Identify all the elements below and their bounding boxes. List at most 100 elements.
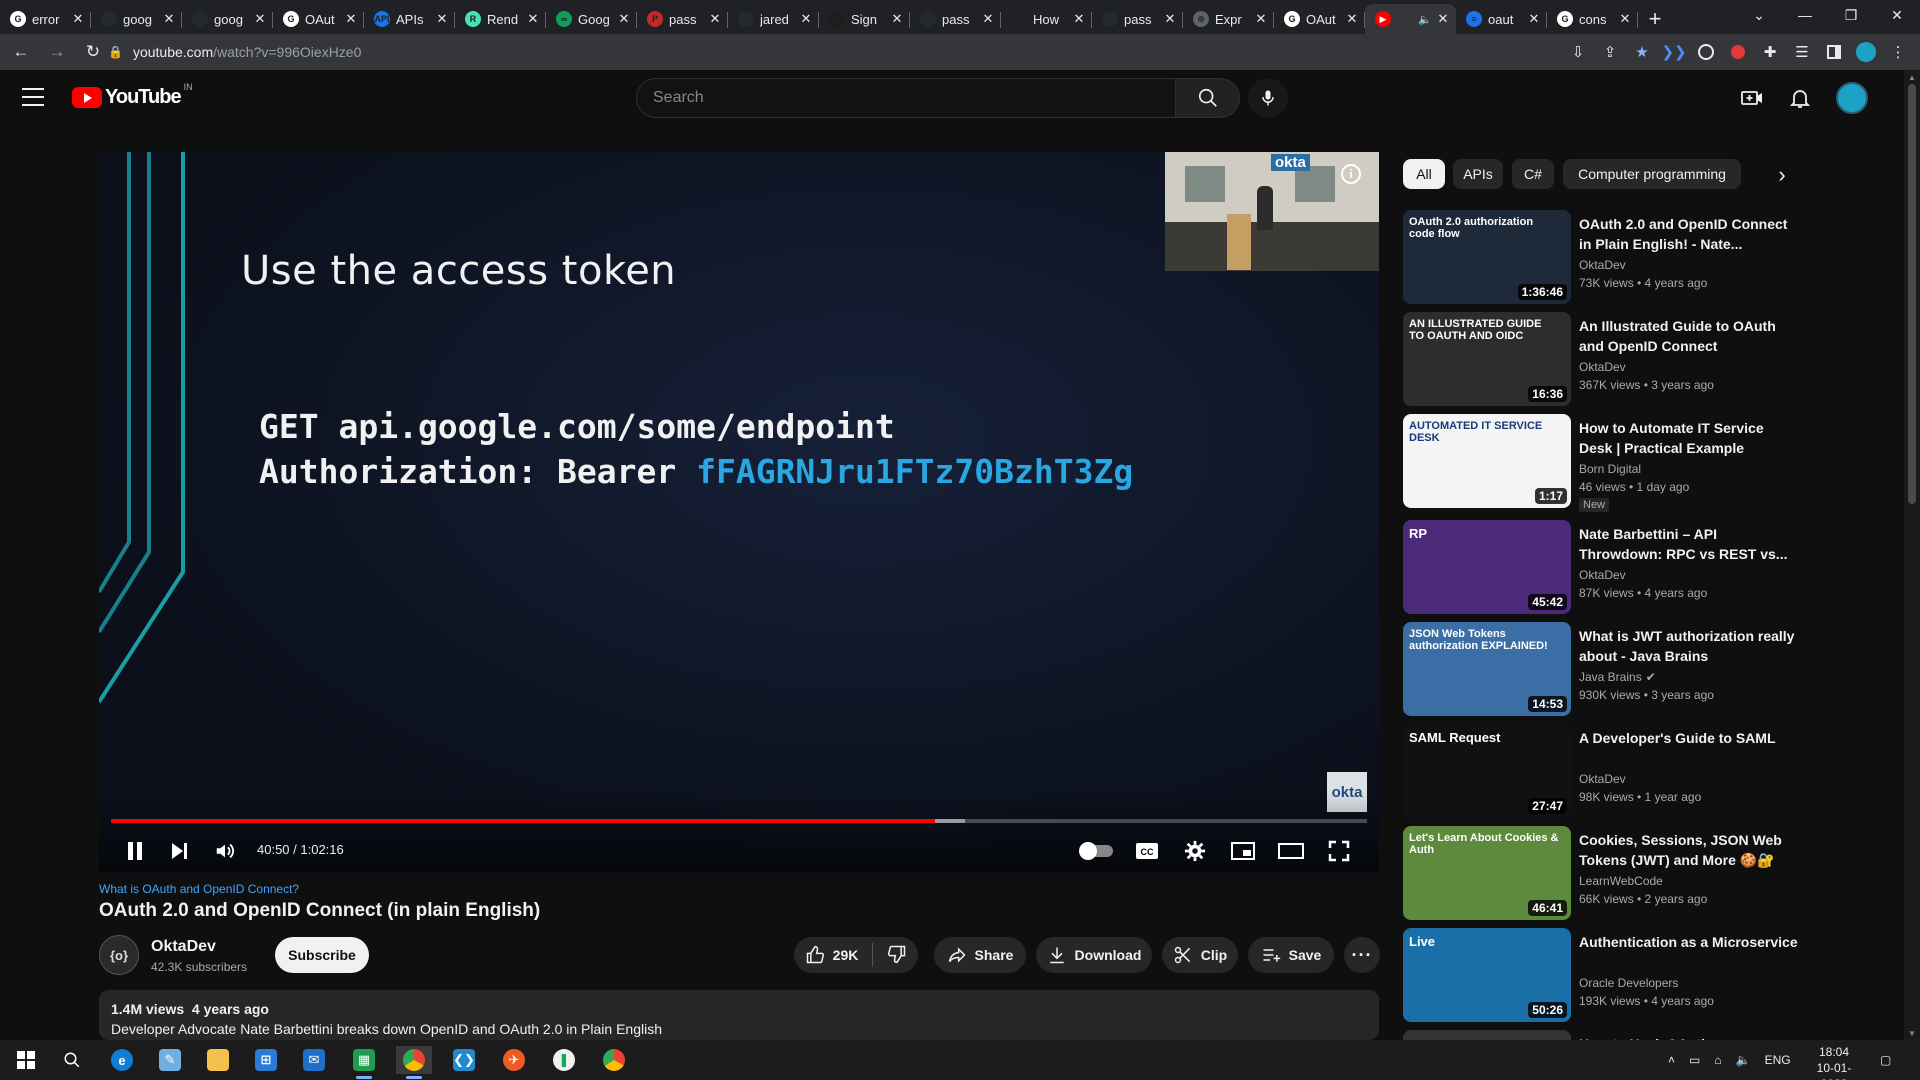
recommendation-title[interactable]: A Developer's Guide to SAML <box>1579 728 1799 748</box>
tab-close-icon[interactable]: ✕ <box>435 11 449 27</box>
download-button[interactable]: Download <box>1036 937 1152 973</box>
recommendation-thumbnail[interactable]: OAuth 2.0 authorization code flow 1:36:46 <box>1403 210 1571 304</box>
chip-csharp[interactable]: C# <box>1512 159 1554 189</box>
chips-next-button[interactable]: › <box>1768 161 1796 189</box>
browser-tab[interactable]: ▶ 🔈 ✕ <box>1365 4 1456 34</box>
recommendation-thumbnail[interactable]: Let's Learn About Cookies & Auth 46:41 <box>1403 826 1571 920</box>
recommendation-channel[interactable]: Oracle Developers <box>1579 976 1678 990</box>
close-window-button[interactable]: ✕ <box>1874 0 1920 30</box>
tab-close-icon[interactable]: ✕ <box>1254 11 1268 27</box>
recommendation-item[interactable]: Live 50:26 Authentication as a Microservic… <box>1403 928 1803 1022</box>
install-app-icon[interactable]: ⇩ <box>1568 42 1588 62</box>
taskbar-notepad[interactable]: ✎ <box>152 1046 188 1074</box>
recommendation-channel[interactable]: OktaDev <box>1579 258 1626 272</box>
recommendation-channel[interactable]: LearnWebCode <box>1579 874 1663 888</box>
create-video-icon[interactable] <box>1740 86 1764 110</box>
recommendation-title[interactable]: Authentication as a Microservice <box>1579 932 1799 952</box>
clip-button[interactable]: Clip <box>1162 937 1238 973</box>
tab-close-icon[interactable]: ✕ <box>162 11 176 27</box>
miniplayer-button[interactable] <box>1225 833 1261 869</box>
tab-close-icon[interactable]: ✕ <box>1527 11 1541 27</box>
browser-menu-icon[interactable]: ⋮ <box>1888 42 1908 62</box>
notification-center-button[interactable]: ▢ <box>1880 1040 1891 1080</box>
new-tab-button[interactable]: + <box>1638 4 1672 34</box>
taskbar-chrome[interactable] <box>396 1046 432 1079</box>
notifications-bell-icon[interactable] <box>1788 86 1812 110</box>
taskbar-store[interactable]: ⊞ <box>248 1046 284 1074</box>
guide-menu-icon[interactable] <box>22 88 44 106</box>
address-bar[interactable]: 🔒 youtube.com/watch?v=996OiexHze0 <box>108 37 1553 67</box>
browser-tab[interactable]: Gerror ✕ <box>0 4 91 34</box>
speaker-icon[interactable]: 🔈 <box>1736 1053 1751 1067</box>
recommendation-thumbnail[interactable]: Live 50:26 <box>1403 928 1571 1022</box>
browser-tab[interactable]: R Rend ✕ <box>455 4 546 34</box>
recommendation-channel[interactable]: OktaDev <box>1579 360 1626 374</box>
tab-close-icon[interactable]: ✕ <box>1345 11 1359 27</box>
fullscreen-button[interactable] <box>1321 833 1357 869</box>
recorder-extension-icon[interactable] <box>1728 42 1748 62</box>
forward-button[interactable]: → <box>42 37 72 67</box>
settings-button[interactable] <box>1177 833 1213 869</box>
recommendation-item[interactable]: JSON Web Tokens authorization EXPLAINED!… <box>1403 622 1803 716</box>
dislike-button[interactable] <box>887 944 907 967</box>
taskbar-clock[interactable]: 18:04 10-01-2023 <box>1804 1044 1864 1080</box>
tab-search-button[interactable]: ⌄ <box>1736 0 1782 30</box>
recommendation-channel[interactable]: OktaDev <box>1579 568 1626 582</box>
tab-close-icon[interactable]: ✕ <box>1436 11 1450 27</box>
browser-tab[interactable]: ≡ oaut ✕ <box>1456 4 1547 34</box>
browser-tab[interactable]: S Sign ✕ <box>819 4 910 34</box>
recommendation-thumbnail[interactable]: SAML Request 27:47 <box>1403 724 1571 818</box>
progress-bar[interactable] <box>111 819 1367 823</box>
browser-tab[interactable]: Gcons ✕ <box>1547 4 1638 34</box>
recommendation-thumbnail[interactable] <box>1403 1030 1571 1040</box>
scrollbar-thumb[interactable] <box>1908 84 1916 504</box>
recommendation-title[interactable]: Cookies, Sessions, JSON Web Tokens (JWT)… <box>1579 830 1799 870</box>
tab-close-icon[interactable]: ✕ <box>1163 11 1177 27</box>
like-button[interactable]: 29K <box>805 945 858 965</box>
voice-search-button[interactable] <box>1248 78 1288 118</box>
side-panel-icon[interactable] <box>1824 42 1844 62</box>
language-indicator[interactable]: ENG <box>1765 1053 1791 1067</box>
recommendation-item[interactable]: AN ILLUSTRATED GUIDE TO OAUTH AND OIDC 16… <box>1403 312 1803 406</box>
recommendation-channel[interactable]: Born Digital <box>1579 462 1641 476</box>
taskbar-file-explorer[interactable] <box>200 1046 236 1074</box>
tab-close-icon[interactable]: ✕ <box>1072 11 1086 27</box>
taskbar-mongodb-compass[interactable]: ❚ <box>546 1046 582 1074</box>
extensions-puzzle-icon[interactable]: ✚ <box>1760 42 1780 62</box>
scroll-down-arrow-icon[interactable]: ▼ <box>1904 1026 1920 1040</box>
scroll-up-arrow-icon[interactable]: ▲ <box>1904 70 1920 84</box>
chip-computer-programming[interactable]: Computer programming <box>1563 159 1741 189</box>
tab-close-icon[interactable]: ✕ <box>890 11 904 27</box>
taskbar-edge[interactable]: e <box>104 1046 140 1074</box>
search-button[interactable] <box>1176 78 1240 118</box>
search-input[interactable]: Search <box>636 78 1176 118</box>
tab-audio-playing-icon[interactable]: 🔈 <box>1418 13 1432 26</box>
browser-tab[interactable]: API APIs ✕ <box>364 4 455 34</box>
recommendation-channel[interactable]: OktaDev <box>1579 772 1626 786</box>
profile-avatar-icon[interactable] <box>1856 42 1876 62</box>
browser-tab[interactable]: goog ✕ <box>91 4 182 34</box>
tray-overflow-chevron-icon[interactable]: ˄ <box>1668 1053 1675 1067</box>
theater-mode-button[interactable] <box>1273 833 1309 869</box>
recommendation-item[interactable]: Let's Learn About Cookies & Auth 46:41 Coo… <box>1403 826 1803 920</box>
back-button[interactable]: ← <box>6 37 36 67</box>
browser-tab[interactable]: goog ✕ <box>182 4 273 34</box>
info-card-icon[interactable]: i <box>1341 164 1361 184</box>
taskbar-chrome-profile[interactable] <box>596 1046 632 1074</box>
tab-close-icon[interactable]: ✕ <box>617 11 631 27</box>
recommendation-item[interactable]: OAuth 2.0 authorization code flow 1:36:46… <box>1403 210 1803 304</box>
channel-name[interactable]: OktaDev <box>151 938 216 956</box>
recommendation-item[interactable]: RP 45:42 Nate Barbettini – API Throwdown: … <box>1403 520 1803 614</box>
video-player[interactable]: Use the access token GET api.google.com/… <box>99 152 1379 872</box>
recommendation-item[interactable]: AUTOMATED IT SERVICE DESK 1:17 How to Auto… <box>1403 414 1803 512</box>
battery-icon[interactable]: ▭ <box>1689 1053 1700 1067</box>
browser-tab[interactable]: ∞ Goog ✕ <box>546 4 637 34</box>
network-icon[interactable]: ⌂ <box>1714 1053 1721 1067</box>
taskbar-mail[interactable]: ✉ <box>296 1046 332 1074</box>
browser-tab[interactable]: pass ✕ <box>910 4 1001 34</box>
youtube-logo[interactable]: YouTube IN <box>72 82 193 109</box>
tab-close-icon[interactable]: ✕ <box>981 11 995 27</box>
taskbar-postman[interactable]: ✈ <box>496 1046 532 1074</box>
account-avatar[interactable] <box>1836 82 1868 114</box>
tab-close-icon[interactable]: ✕ <box>1618 11 1632 27</box>
